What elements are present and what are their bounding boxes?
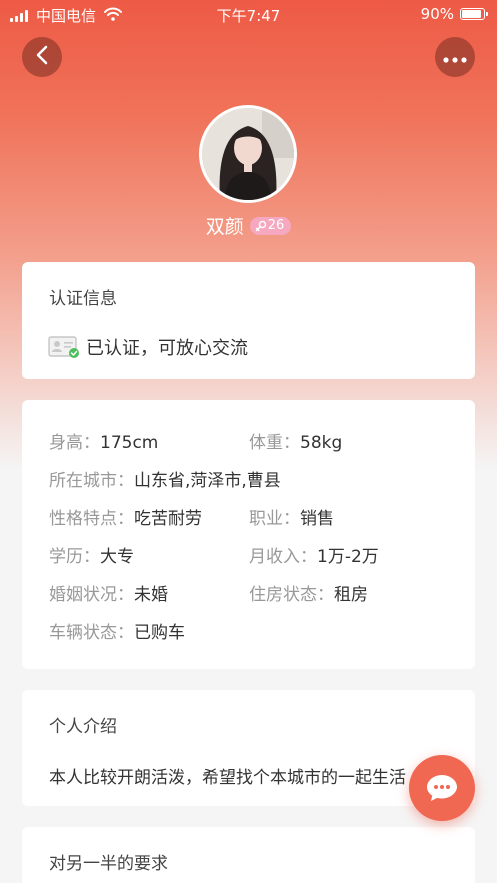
age-value: 26 (267, 218, 285, 233)
profile-name-row: 双颜 26 (0, 212, 497, 239)
marital-value: 未婚 (134, 585, 168, 605)
chat-button[interactable] (409, 755, 475, 821)
intro-title: 个人介绍 (49, 717, 117, 737)
housing-row: 住房状态：租房 (249, 580, 368, 605)
personality-row: 性格特点：吃苦耐劳 (49, 504, 202, 529)
height-value: 175cm (100, 433, 159, 453)
income-label: 月收入： (249, 547, 317, 567)
education-value: 大专 (100, 547, 134, 567)
certification-text: 已认证，可放心交流 (86, 338, 248, 359)
housing-value: 租房 (334, 585, 368, 605)
battery-icon (460, 8, 488, 20)
weight-label: 体重： (249, 433, 300, 453)
intro-text: 本人比较开朗活泼，希望找个本城市的一起生活 (49, 768, 406, 788)
personality-label: 性格特点： (49, 509, 134, 529)
avatar[interactable] (199, 105, 297, 203)
status-bar: 中国电信 下午7:47 90% (0, 0, 497, 28)
back-button[interactable] (22, 37, 62, 77)
weight-value: 58kg (300, 433, 343, 453)
height-label: 身高： (49, 433, 100, 453)
car-value: 已购车 (134, 623, 185, 643)
profile-name: 双颜 (205, 216, 244, 238)
city-label: 所在城市： (49, 471, 134, 491)
avatar-photo (202, 108, 294, 200)
height-row: 身高：175cm (49, 428, 158, 453)
car-row: 车辆状态：已购车 (49, 618, 185, 643)
weight-row: 体重：58kg (249, 428, 342, 453)
city-row: 所在城市：山东省,菏泽市,曹县 (49, 466, 281, 491)
female-icon (255, 220, 268, 232)
city-value: 山东省,菏泽市,曹县 (134, 471, 281, 491)
more-dots-icon (443, 48, 467, 67)
certification-card: 认证信息 已认证，可放心交流 (22, 262, 475, 379)
housing-label: 住房状态： (249, 585, 334, 605)
chat-bubble-icon (425, 773, 459, 803)
personality-value: 吃苦耐劳 (134, 509, 202, 529)
requirements-card: 对另一半的要求 (22, 827, 475, 883)
marital-row: 婚姻状况：未婚 (49, 580, 168, 605)
battery-percent: 90% (420, 5, 454, 23)
intro-card: 个人介绍 本人比较开朗活泼，希望找个本城市的一起生活 (22, 690, 475, 806)
education-row: 学历：大专 (49, 542, 134, 567)
more-button[interactable] (435, 37, 475, 77)
id-card-verified-icon (48, 335, 80, 359)
certification-status: 已认证，可放心交流 (48, 334, 248, 360)
education-label: 学历： (49, 547, 100, 567)
certification-title: 认证信息 (49, 289, 117, 309)
income-row: 月收入：1万-2万 (249, 542, 379, 567)
age-badge: 26 (249, 216, 292, 235)
status-right: 90% (420, 5, 488, 23)
car-label: 车辆状态： (49, 623, 134, 643)
requirements-title: 对另一半的要求 (49, 854, 168, 874)
marital-label: 婚姻状况： (49, 585, 134, 605)
income-value: 1万-2万 (317, 547, 379, 567)
job-row: 职业：销售 (249, 504, 334, 529)
job-label: 职业： (249, 509, 300, 529)
chevron-left-icon (35, 45, 49, 69)
job-value: 销售 (300, 509, 334, 529)
details-card: 身高：175cm 体重：58kg 所在城市：山东省,菏泽市,曹县 性格特点：吃苦… (22, 400, 475, 669)
